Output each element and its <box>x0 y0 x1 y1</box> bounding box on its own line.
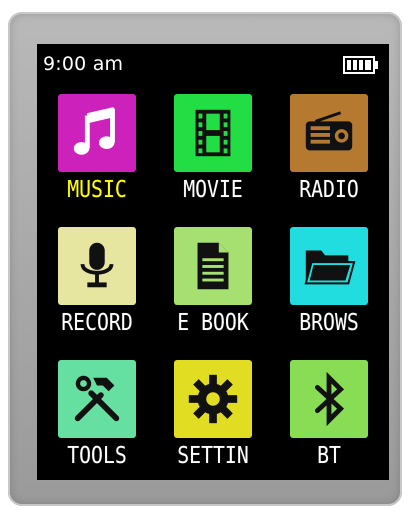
app-record[interactable]: RECORD <box>37 227 157 357</box>
app-movie[interactable]: MOVIE <box>153 94 273 224</box>
app-label: SETTIN <box>177 443 249 469</box>
app-label: BROWS <box>299 310 359 336</box>
status-bar: 9:00 am <box>37 44 389 84</box>
app-tile[interactable] <box>290 227 368 305</box>
microphone-icon <box>80 242 114 288</box>
device-screen: 9:00 am MUSIC MOVIE RADIO RECORD E BOOK … <box>37 44 389 480</box>
app-ebook[interactable]: E BOOK <box>153 227 273 357</box>
app-browse[interactable]: BROWS <box>269 227 389 357</box>
app-tile[interactable] <box>58 94 136 172</box>
app-settings[interactable]: SETTIN <box>153 360 273 490</box>
folder-icon <box>304 250 356 285</box>
app-tools[interactable]: TOOLS <box>37 360 157 490</box>
document-icon <box>197 242 229 290</box>
app-bluetooth[interactable]: BT <box>269 360 389 490</box>
app-tile[interactable] <box>58 227 136 305</box>
app-tile[interactable] <box>290 360 368 438</box>
app-label: MUSIC <box>67 177 127 203</box>
app-label: RADIO <box>299 177 359 203</box>
app-label: MOVIE <box>183 177 243 203</box>
app-radio[interactable]: RADIO <box>269 94 389 224</box>
music-note-icon <box>73 107 115 155</box>
app-label: BT <box>317 443 341 469</box>
app-label: TOOLS <box>67 443 127 469</box>
gear-icon <box>188 374 238 424</box>
tools-icon <box>74 375 120 422</box>
film-strip-icon <box>195 109 231 157</box>
app-tile[interactable] <box>174 360 252 438</box>
app-music[interactable]: MUSIC <box>37 94 157 224</box>
app-tile[interactable] <box>174 227 252 305</box>
bluetooth-icon <box>314 371 345 427</box>
app-label: RECORD <box>61 310 133 336</box>
radio-icon <box>305 111 353 151</box>
app-tile[interactable] <box>290 94 368 172</box>
clock: 9:00 am <box>43 53 124 75</box>
battery-full-icon <box>343 56 378 74</box>
app-tile[interactable] <box>58 360 136 438</box>
app-label: E BOOK <box>177 310 249 336</box>
app-tile[interactable] <box>174 94 252 172</box>
